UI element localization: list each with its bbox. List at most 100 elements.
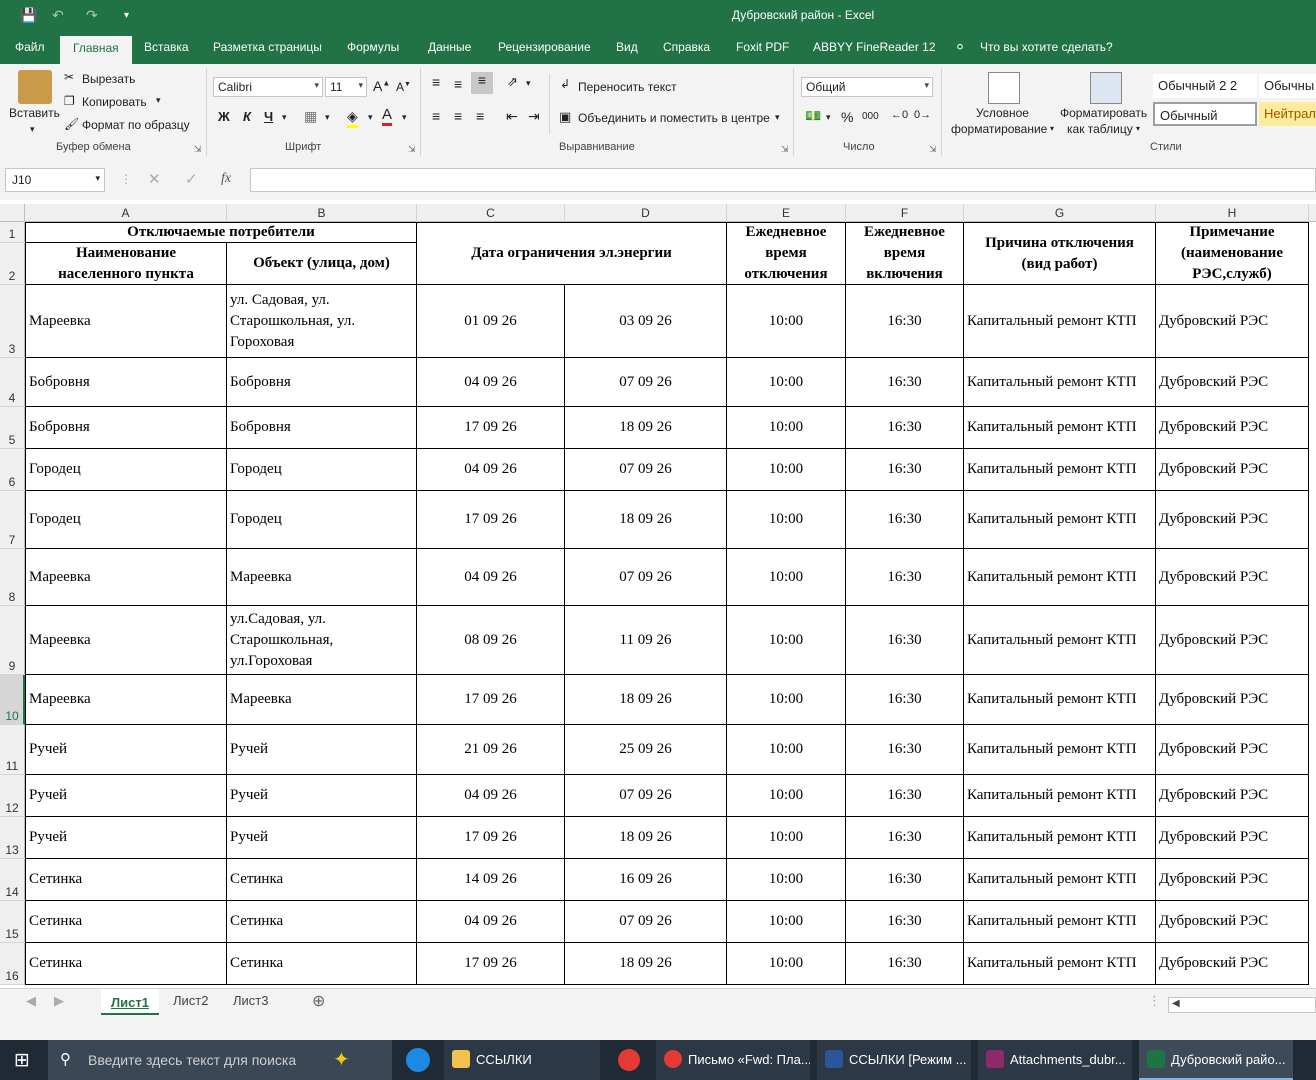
row-header[interactable]: 16	[0, 943, 25, 985]
reason-cell[interactable]: Капитальный ремонт КТП	[964, 675, 1156, 725]
row-header[interactable]: 2	[0, 243, 25, 285]
scroll-left-icon[interactable]: ◀	[1172, 998, 1180, 1009]
currency-chevron-icon[interactable]: ▾	[826, 112, 831, 123]
row-header[interactable]: 1	[0, 222, 25, 243]
tab-view[interactable]: Вид	[616, 40, 638, 54]
number-format-select[interactable]: Общий ▾	[801, 77, 933, 97]
windows-start-icon[interactable]: ⊞	[14, 1049, 30, 1072]
settlement-cell[interactable]: Городец	[25, 491, 227, 549]
settlement-cell[interactable]: Городец	[25, 449, 227, 491]
off-time-cell[interactable]: 10:00	[727, 606, 846, 675]
chevron-down-icon[interactable]: ▾	[1136, 124, 1140, 133]
tab-page-layout[interactable]: Разметка страницы	[213, 40, 322, 54]
column-header-next[interactable]	[1309, 204, 1316, 222]
off-time-cell[interactable]: 10:00	[727, 675, 846, 725]
object-cell[interactable]: Городец	[227, 491, 417, 549]
end-date-cell[interactable]: 11 09 26	[565, 606, 727, 675]
scroll-left-icon[interactable]: ◀	[26, 993, 36, 1009]
start-date-cell[interactable]: 04 09 26	[417, 449, 565, 491]
row-header[interactable]: 11	[0, 725, 25, 775]
settlement-cell[interactable]: Мареевка	[25, 285, 227, 358]
on-time-cell[interactable]: 16:30	[846, 606, 964, 675]
horizontal-scrollbar[interactable]: ◀	[1168, 997, 1316, 1013]
tell-me-input[interactable]: Что вы хотите сделать?	[980, 40, 1113, 54]
format-as-table-icon[interactable]	[1090, 72, 1122, 104]
scroll-right-icon[interactable]: ▶	[54, 993, 64, 1009]
start-date-cell[interactable]: 01 09 26	[417, 285, 565, 358]
object-cell[interactable]: Бобровня	[227, 407, 417, 449]
bold-button[interactable]: Ж	[218, 109, 230, 124]
settlement-cell[interactable]: Ручей	[25, 775, 227, 817]
cut-icon[interactable]: ✂	[64, 70, 74, 84]
end-date-cell[interactable]: 07 09 26	[565, 358, 727, 407]
on-time-cell[interactable]: 16:30	[846, 285, 964, 358]
settlement-cell[interactable]: Мареевка	[25, 675, 227, 725]
sheet-tab-1[interactable]: Лист1	[101, 989, 159, 1015]
object-cell[interactable]: Мареевка	[227, 549, 417, 606]
borders-icon[interactable]: ▦	[304, 108, 317, 125]
tab-data[interactable]: Данные	[428, 40, 471, 54]
tab-abbyy[interactable]: ABBYY FineReader 12	[813, 40, 936, 54]
object-cell[interactable]: Мареевка	[227, 675, 417, 725]
italic-button[interactable]: К	[243, 109, 251, 124]
add-sheet-icon[interactable]: ⊕	[312, 991, 325, 1011]
increase-decimal-icon[interactable]: ←0	[891, 109, 908, 121]
note-cell[interactable]: Дубровский РЭС	[1156, 358, 1309, 407]
taskbar-search-input[interactable]: Введите здесь текст для поиска	[88, 1052, 296, 1068]
copy-chevron-icon[interactable]: ▾	[156, 95, 161, 106]
column-header-e[interactable]: E	[727, 204, 846, 222]
row-header[interactable]: 7	[0, 491, 25, 549]
on-time-cell[interactable]: 16:30	[846, 901, 964, 943]
off-time-header-cell[interactable]: Ежедневное время отключения	[727, 222, 846, 285]
end-date-cell[interactable]: 18 09 26	[565, 817, 727, 859]
end-date-cell[interactable]: 07 09 26	[565, 901, 727, 943]
settlement-cell[interactable]: Сетинка	[25, 859, 227, 901]
reason-header-cell[interactable]: Причина отключения (вид работ)	[964, 222, 1156, 285]
off-time-cell[interactable]: 10:00	[727, 725, 846, 775]
font-launcher-icon[interactable]: ⇲	[408, 144, 416, 155]
tab-insert[interactable]: Вставка	[144, 40, 189, 54]
start-date-cell[interactable]: 04 09 26	[417, 775, 565, 817]
settlement-cell[interactable]: Бобровня	[25, 407, 227, 449]
off-time-cell[interactable]: 10:00	[727, 943, 846, 985]
paste-button[interactable]: Вставить	[9, 106, 60, 120]
settlement-cell[interactable]: Бобровня	[25, 358, 227, 407]
paste-icon[interactable]	[18, 70, 52, 104]
cancel-icon[interactable]: ✕	[148, 170, 161, 188]
taskbar-item-mail[interactable]: Письмо «Fwd: Пла...	[656, 1040, 810, 1080]
column-header-g[interactable]: G	[964, 204, 1156, 222]
column-header-b[interactable]: B	[227, 204, 417, 222]
increase-font-icon[interactable]: A▲	[373, 78, 390, 94]
on-time-header-cell[interactable]: Ежедневное время включения	[846, 222, 964, 285]
row-header[interactable]: 14	[0, 859, 25, 901]
clipboard-launcher-icon[interactable]: ⇲	[194, 144, 202, 155]
reason-cell[interactable]: Капитальный ремонт КТП	[964, 407, 1156, 449]
decrease-font-icon[interactable]: A▼	[396, 80, 411, 94]
taskbar-item-word[interactable]: ССЫЛКИ [Режим ...	[817, 1040, 971, 1080]
align-left-icon[interactable]: ≡	[432, 108, 440, 124]
reason-cell[interactable]: Капитальный ремонт КТП	[964, 943, 1156, 985]
format-painter-icon[interactable]: 🖌	[64, 117, 79, 131]
paste-chevron-icon[interactable]: ▾	[30, 124, 35, 135]
object-header-cell[interactable]: Объект (улица, дом)	[227, 243, 417, 285]
sheet-tab-2[interactable]: Лист2	[173, 993, 208, 1008]
note-header-cell[interactable]: Примечание (наименование РЭС,служб)	[1156, 222, 1309, 285]
orientation-icon[interactable]: ⇗	[507, 74, 518, 90]
format-as-table-button[interactable]: Форматировать	[1060, 106, 1147, 120]
reason-cell[interactable]: Капитальный ремонт КТП	[964, 725, 1156, 775]
cut-button[interactable]: Вырезать	[82, 72, 135, 86]
on-time-cell[interactable]: 16:30	[846, 725, 964, 775]
number-launcher-icon[interactable]: ⇲	[929, 144, 937, 155]
date-header-cell[interactable]: Дата ограничения эл.энергии	[417, 222, 727, 285]
style-normal-2-2[interactable]: Обычный 2 2	[1153, 74, 1257, 98]
end-date-cell[interactable]: 03 09 26	[565, 285, 727, 358]
fill-color-icon[interactable]: ◈	[347, 108, 358, 128]
yandex-icon[interactable]	[618, 1049, 640, 1071]
font-size-select[interactable]: 11 ▾	[325, 77, 367, 97]
end-date-cell[interactable]: 18 09 26	[565, 943, 727, 985]
end-date-cell[interactable]: 07 09 26	[565, 449, 727, 491]
taskbar-search[interactable]: ⚲ Введите здесь текст для поиска ✦	[48, 1040, 392, 1080]
merge-chevron-icon[interactable]: ▾	[775, 112, 780, 123]
fill-chevron-icon[interactable]: ▾	[368, 112, 373, 123]
object-cell[interactable]: Ручей	[227, 817, 417, 859]
